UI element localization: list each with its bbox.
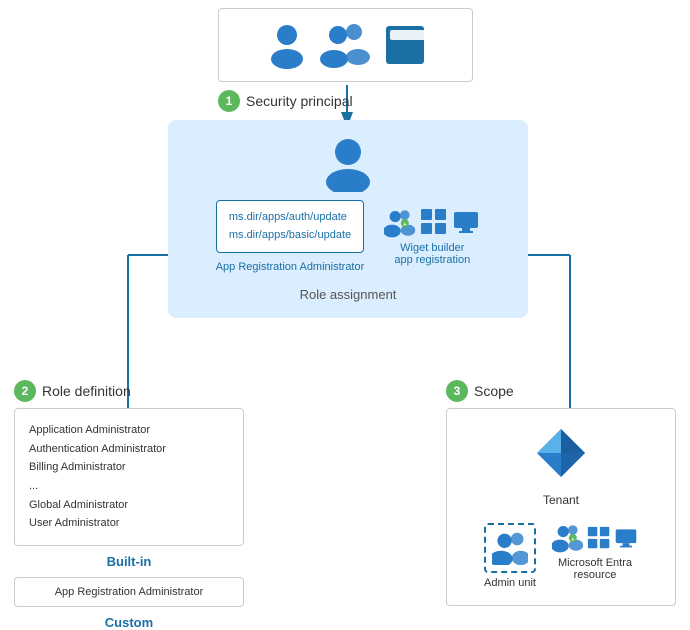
role-name-label: App Registration Administrator [216, 261, 365, 273]
role-assignment-box: ms.dir/apps/auth/update ms.dir/apps/basi… [168, 120, 528, 318]
permission-2: ms.dir/apps/basic/update [229, 227, 351, 245]
step2-text: Role definition [42, 383, 131, 399]
custom-item-text: App Registration Administrator [55, 586, 204, 598]
tenant-label: Tenant [543, 493, 579, 507]
ms-entra-group-icon: + [552, 523, 584, 553]
diagram-container: 1 Security principal ms.dir/apps/auth/up… [0, 0, 690, 619]
scope-sub-items: Admin unit + [484, 523, 638, 589]
scope-section: Tenant Admin unit [446, 408, 676, 606]
step3-text: Scope [474, 383, 514, 399]
step1-label: 1 Security principal [218, 90, 353, 112]
ms-entra-grid-icon [587, 526, 611, 550]
role-assignment-inner: ms.dir/apps/auth/update ms.dir/apps/basi… [216, 200, 481, 273]
ms-entra-monitor-icon [614, 526, 638, 550]
role-assignment-label: Role assignment [300, 287, 397, 302]
app-icons-row: + [384, 208, 480, 238]
security-principal-box [218, 8, 473, 82]
permissions-box: ms.dir/apps/auth/update ms.dir/apps/basi… [216, 200, 364, 253]
builtin-item-1: Application Administrator [29, 421, 229, 440]
builtin-item-3: Billing Administrator [29, 458, 229, 477]
step3-label: 3 Scope [446, 380, 676, 402]
step1-circle: 1 [218, 90, 240, 112]
app-registration-section: + Wiget builder [384, 208, 480, 266]
grid-icon [420, 208, 448, 236]
user-icon [266, 21, 308, 69]
role-definition-section: Application Administrator Authentication… [14, 408, 244, 630]
ms-entra-icons: + [552, 523, 638, 553]
builtin-item-5: Global Administrator [29, 496, 229, 515]
ms-entra-item: + Microso [552, 523, 638, 589]
app-group-icon: + [384, 208, 416, 238]
tenant-icon [533, 425, 589, 481]
permission-1: ms.dir/apps/auth/update [229, 209, 351, 227]
app-icon [384, 24, 426, 66]
permissions-section: ms.dir/apps/auth/update ms.dir/apps/basi… [216, 200, 365, 273]
builtin-item-2: Authentication Administrator [29, 440, 229, 459]
scope-box: Tenant Admin unit [446, 408, 676, 606]
step2-circle: 2 [14, 380, 36, 402]
builtin-item-ellipsis: ... [29, 477, 229, 496]
custom-label: Custom [14, 615, 244, 630]
step1-text: Security principal [246, 93, 353, 109]
ms-entra-label: Microsoft Entraresource [558, 557, 632, 581]
step2-label: 2 Role definition [14, 380, 131, 402]
group-icon [320, 21, 372, 69]
monitor-icon [452, 208, 480, 236]
builtin-label: Built-in [14, 554, 244, 569]
app-registration-label: Wiget builderapp registration [394, 242, 470, 266]
role-person-icon [322, 136, 374, 192]
admin-unit-box [484, 523, 536, 573]
step3-circle: 3 [446, 380, 468, 402]
admin-unit-label: Admin unit [484, 577, 536, 589]
admin-unit-item: Admin unit [484, 523, 536, 589]
admin-unit-icon [492, 531, 528, 565]
custom-box: App Registration Administrator [14, 577, 244, 607]
builtin-list-box: Application Administrator Authentication… [14, 408, 244, 546]
builtin-item-6: User Administrator [29, 514, 229, 533]
